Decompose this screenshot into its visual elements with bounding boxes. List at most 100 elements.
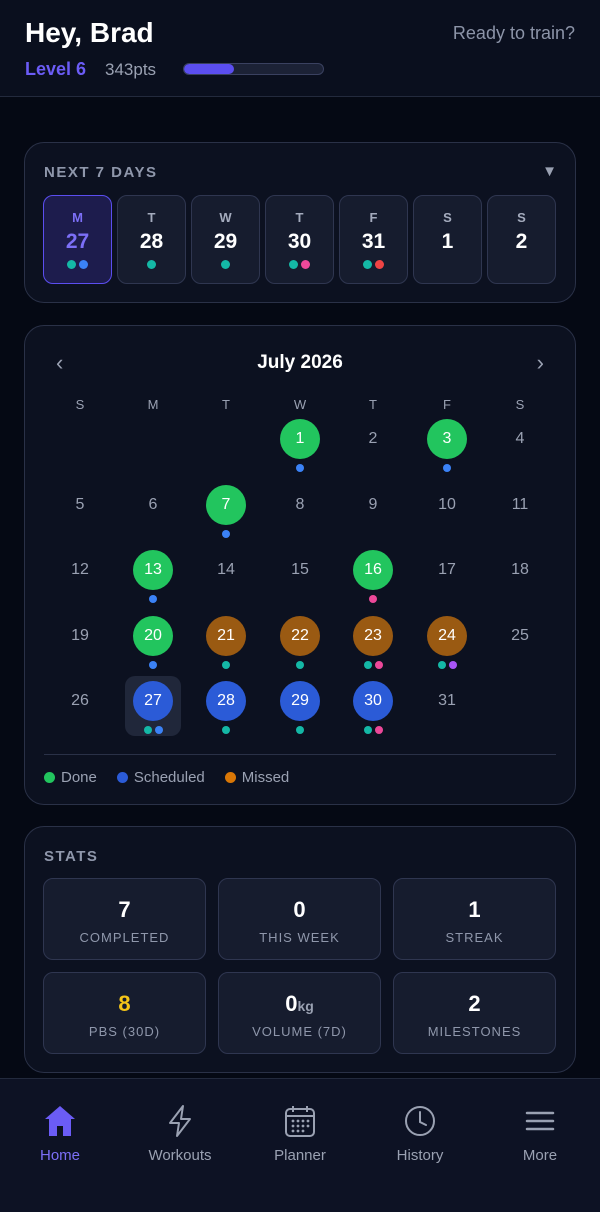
- event-dots: [272, 660, 328, 669]
- stat-tile[interactable]: 0 THIS WEEK: [218, 878, 381, 960]
- calendar-day[interactable]: 26: [52, 676, 108, 736]
- nav-label: More: [522, 1147, 558, 1164]
- calendar-day[interactable]: 19: [52, 611, 108, 671]
- nav-item-home[interactable]: Home: [0, 1103, 120, 1164]
- event-dot: [374, 660, 383, 669]
- calendar-day[interactable]: 21: [198, 611, 254, 671]
- calendar-day[interactable]: 3: [419, 414, 475, 474]
- calendar-day[interactable]: 17: [419, 545, 475, 605]
- event-dot: [369, 595, 377, 603]
- lightning-icon: [120, 1103, 240, 1139]
- stat-unit: kg: [297, 998, 314, 1014]
- weekday-header: S: [75, 397, 85, 412]
- event-dot: [363, 726, 372, 734]
- day-number: 30: [287, 230, 312, 253]
- calendar-day-number: 15: [291, 561, 309, 578]
- calendar-day[interactable]: 5: [52, 480, 108, 540]
- calendar-day[interactable]: 24: [419, 611, 475, 671]
- nav-item-history[interactable]: History: [360, 1103, 480, 1164]
- calendar-day[interactable]: 27: [125, 676, 181, 736]
- event-dot: [143, 726, 152, 734]
- calendar-day[interactable]: 13: [125, 545, 181, 605]
- calendar-day-number: 20: [133, 615, 173, 656]
- chevron-right-icon[interactable]: ›: [537, 350, 544, 376]
- calendar-day[interactable]: 31: [419, 676, 475, 736]
- event-dot: [296, 464, 304, 472]
- day-tile[interactable]: M 27: [43, 195, 112, 284]
- calendar-day[interactable]: 7: [198, 480, 254, 540]
- calendar-day[interactable]: 2: [345, 414, 401, 474]
- stat-tile[interactable]: 7 COMPLETED: [43, 878, 206, 960]
- calendar-day[interactable]: 6: [125, 480, 181, 540]
- weekday-header: T: [369, 397, 377, 412]
- calendar-day[interactable]: 22: [272, 611, 328, 671]
- month-calendar-card: July 2026 ‹ › SMTWTFS 1 2 3 4 5 6 7 8 9 10 11 12 13 1…: [24, 325, 576, 805]
- calendar-day[interactable]: 12: [52, 545, 108, 605]
- legend-label: Done: [61, 769, 97, 786]
- calendar-day[interactable]: 15: [272, 545, 328, 605]
- event-dot: [437, 660, 446, 669]
- home-icon: [0, 1103, 120, 1139]
- stat-value: 1: [394, 897, 555, 923]
- calendar-day[interactable]: 29: [272, 676, 328, 736]
- calendar-day-number: 10: [438, 495, 456, 513]
- calendar-day[interactable]: 20: [125, 611, 181, 671]
- event-dots: [192, 260, 259, 269]
- calendar-day[interactable]: 28: [198, 676, 254, 736]
- stat-number: 8: [118, 991, 131, 1016]
- calendar-day[interactable]: 23: [345, 611, 401, 671]
- stat-tile[interactable]: 1 STREAK: [393, 878, 556, 960]
- nav-item-planner[interactable]: Planner: [240, 1103, 360, 1164]
- calendar-day[interactable]: 1: [272, 414, 328, 474]
- day-tile[interactable]: T 28: [117, 195, 186, 284]
- event-dot: [296, 660, 304, 669]
- calendar-day[interactable]: 25: [492, 611, 548, 671]
- stat-number: 2: [468, 991, 481, 1016]
- day-number: 29: [213, 230, 238, 253]
- nav-item-workouts[interactable]: Workouts: [120, 1103, 240, 1164]
- stat-tile[interactable]: 8 PBS (30D): [43, 972, 206, 1054]
- nav-item-more[interactable]: More: [480, 1103, 600, 1164]
- calendar-day-number: 31: [438, 692, 456, 709]
- calendar-day-number: 25: [511, 626, 529, 644]
- event-dot: [222, 726, 230, 734]
- calendar-day[interactable]: 11: [492, 480, 548, 540]
- day-tile[interactable]: S1: [413, 195, 482, 284]
- calendar-day[interactable]: 8: [272, 480, 328, 540]
- calendar-day[interactable]: 14: [198, 545, 254, 605]
- event-dot: [147, 260, 156, 269]
- calendar-day-number: 27: [133, 681, 173, 721]
- day-tile[interactable]: F 31: [339, 195, 408, 284]
- calendar-day[interactable]: 30: [345, 676, 401, 736]
- stat-tile[interactable]: 0kg VOLUME (7D): [218, 972, 381, 1054]
- calendar-day[interactable]: 16: [345, 545, 401, 605]
- legend-dot: [116, 772, 128, 783]
- calendar-day-number: 13: [133, 550, 173, 590]
- weekday-header: S: [515, 397, 525, 412]
- stat-number: 0: [293, 897, 306, 922]
- day-tile[interactable]: W 29: [191, 195, 260, 284]
- stat-value: 8: [44, 991, 205, 1017]
- ready-to-train-text: Ready to train?: [452, 23, 575, 43]
- event-dots: [340, 260, 407, 269]
- weekday-header: T: [222, 397, 230, 412]
- stat-tile[interactable]: 2 MILESTONES: [393, 972, 556, 1054]
- menu-icon: [480, 1103, 600, 1139]
- calendar-day[interactable]: 18: [492, 545, 548, 605]
- day-tile[interactable]: S2: [487, 195, 556, 284]
- calendar-day[interactable]: 9: [345, 480, 401, 540]
- chevron-left-icon[interactable]: ‹: [56, 350, 63, 376]
- calendar-day-number: 3: [427, 419, 467, 459]
- event-dots: [419, 464, 475, 472]
- triangle-down-icon[interactable]: ▼: [542, 163, 557, 180]
- calendar-day[interactable]: 4: [492, 414, 548, 474]
- app-header: Hey, Brad Ready to train? Level 6 343pts: [0, 0, 600, 97]
- day-tile[interactable]: T 30: [265, 195, 334, 284]
- calendar-month-title: July 2026: [257, 352, 343, 373]
- event-dots: [125, 595, 181, 603]
- event-dots: [272, 464, 328, 472]
- calendar-day-number: 1: [280, 419, 320, 459]
- calendar-day[interactable]: 10: [419, 480, 475, 540]
- event-dots: [272, 726, 328, 734]
- event-dots: [198, 660, 254, 669]
